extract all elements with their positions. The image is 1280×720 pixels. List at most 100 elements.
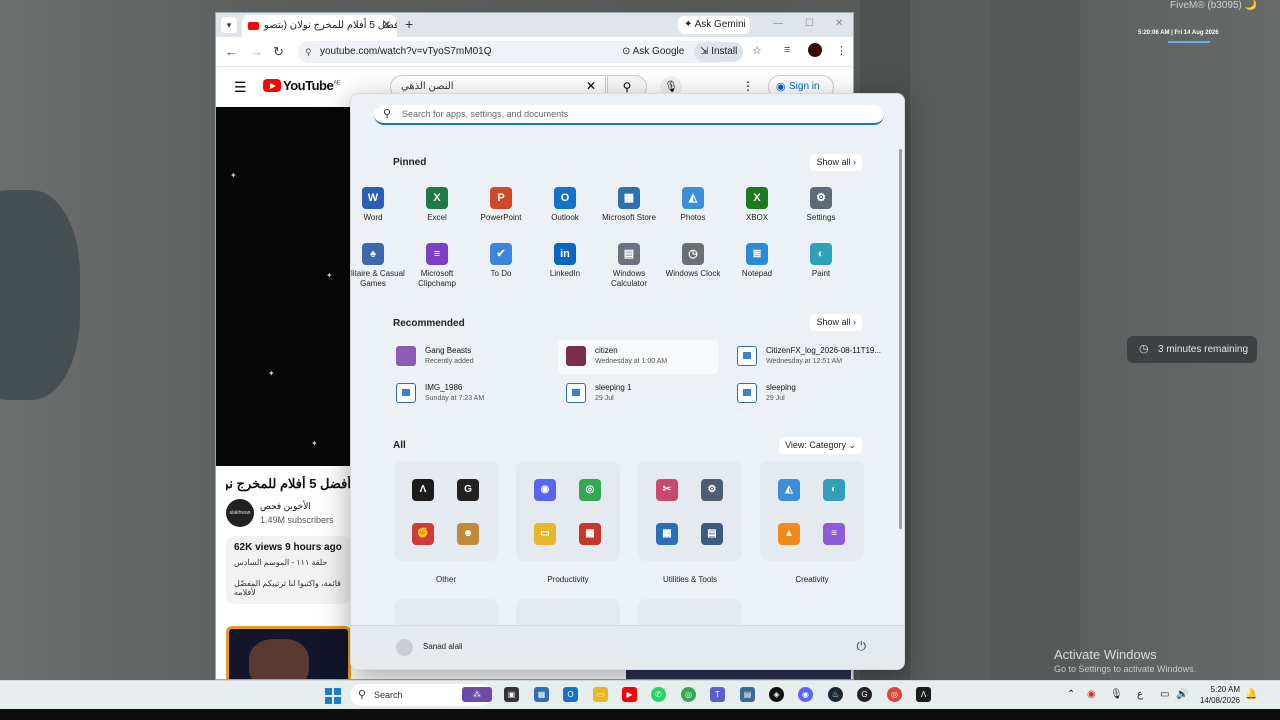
power-icon[interactable]: ⏻: [857, 639, 867, 654]
start-search-input[interactable]: ⚲ Search for apps, settings, and documen…: [374, 105, 884, 125]
g-hub-icon[interactable]: G: [857, 687, 872, 702]
pinned-app-paint[interactable]: ◐ Paint: [789, 243, 853, 279]
snipping-tool-icon[interactable]: ✂: [656, 479, 678, 501]
windows-start-icon[interactable]: [325, 688, 341, 704]
install-button[interactable]: ⇲ Install: [694, 42, 744, 62]
pinned-app-store[interactable]: ▦ Microsoft Store: [597, 187, 661, 223]
view-category-button[interactable]: View: Category ⌄: [779, 437, 862, 454]
notification-icon[interactable]: 🔔: [1245, 689, 1257, 700]
tools-folder-icon[interactable]: ▤: [701, 523, 723, 545]
tray-app-icon[interactable]: ◉: [1087, 689, 1096, 700]
g-hub-icon[interactable]: G: [457, 479, 479, 501]
pinned-app-notepad[interactable]: ≣ Notepad: [725, 243, 789, 279]
category-utilities-tools[interactable]: ✂ ⚙ ▦ ▤: [638, 461, 742, 561]
vlc-icon[interactable]: ▲: [778, 523, 800, 545]
user-name[interactable]: Sanad alali: [423, 642, 463, 651]
office-apps-icon[interactable]: ▦: [579, 523, 601, 545]
youtube-logo[interactable]: YouTubeAE: [263, 78, 341, 93]
pinned-app-photos[interactable]: ◭ Photos: [661, 187, 725, 223]
pinned-app-outlook[interactable]: O Outlook: [533, 187, 597, 223]
pinned-app-clock[interactable]: ◷ Windows Clock: [661, 243, 725, 279]
pinned-app-settings[interactable]: ⚙ Settings: [789, 187, 853, 223]
pinned-app-xbox[interactable]: X XBOX: [725, 187, 789, 223]
chrome-icon[interactable]: ◎: [579, 479, 601, 501]
close-tab-icon[interactable]: ✕: [382, 18, 391, 31]
paint-icon[interactable]: ◐: [823, 479, 845, 501]
browser-menu-icon[interactable]: ⋮: [836, 44, 847, 57]
whatsapp-icon[interactable]: ✆: [651, 687, 666, 702]
recommended-item[interactable]: citizen Wednesday at 1:00 AM: [558, 340, 718, 374]
volume-icon[interactable]: 🔊: [1176, 689, 1188, 700]
recommended-item[interactable]: CitizenFX_log_2026-08-11T19... Wednesday …: [729, 340, 889, 374]
tab-youtube[interactable]: أفضل 5 أفلام للمخرج نولان (بتصو: [242, 15, 397, 37]
start-scrollbar[interactable]: [899, 149, 902, 529]
pinned-app-todo[interactable]: ✔ To Do: [469, 243, 533, 279]
artix-icon[interactable]: Λ: [412, 479, 434, 501]
recommended-item[interactable]: sleeping 29 Jul: [729, 377, 889, 411]
chrome-icon[interactable]: ◎: [681, 687, 696, 702]
category-creativity[interactable]: ◭ ◐ ▲ ≡: [760, 461, 864, 561]
menu-icon[interactable]: ☰: [234, 79, 247, 96]
discord-icon[interactable]: ◉: [798, 687, 813, 702]
related-video-thumbnail[interactable]: [226, 626, 351, 679]
file-explorer-icon[interactable]: ▭: [534, 523, 556, 545]
outlook-icon[interactable]: O: [563, 687, 578, 702]
tab-search-button[interactable]: ▾: [221, 17, 237, 33]
store-icon[interactable]: ▦: [656, 523, 678, 545]
teams-icon[interactable]: T: [710, 687, 725, 702]
pinned-app-excel[interactable]: X Excel: [405, 187, 469, 223]
pinned-app-powerpoint[interactable]: P PowerPoint: [469, 187, 533, 223]
close-window-button[interactable]: ✕: [835, 18, 843, 29]
channel-avatar[interactable]: alakhwan: [226, 499, 254, 527]
youtube-icon[interactable]: ▶: [622, 687, 637, 702]
minimize-button[interactable]: —: [773, 18, 783, 29]
pinned-app-calculator[interactable]: ▤ Windows Calculator: [597, 243, 661, 289]
remote-desktop-icon[interactable]: ▤: [740, 687, 755, 702]
ask-gemini-button[interactable]: ✦ Ask Gemini: [678, 16, 750, 34]
more-icon[interactable]: ⋮: [742, 79, 754, 93]
artix-icon[interactable]: Λ: [916, 687, 931, 702]
steam-icon[interactable]: ♨: [828, 687, 843, 702]
widgets-icon[interactable]: ⁂: [462, 687, 492, 702]
riot-icon[interactable]: ✊: [412, 523, 434, 545]
bookmark-star-icon[interactable]: ☆: [752, 44, 762, 57]
user-avatar[interactable]: [396, 639, 413, 656]
network-icon[interactable]: ▭: [1160, 689, 1169, 700]
recommended-show-all-button[interactable]: Show all ›: [810, 314, 862, 331]
microphone-icon[interactable]: 🎙: [1110, 689, 1123, 700]
media-icon[interactable]: ≡: [784, 44, 790, 56]
profile-avatar[interactable]: [808, 43, 822, 57]
recommended-item[interactable]: IMG_1986 Sunday at 7:23 AM: [388, 377, 548, 411]
clipchamp-icon[interactable]: ≡: [823, 523, 845, 545]
category-other[interactable]: Λ G ✊ ☻: [394, 461, 498, 561]
chrome-profile-icon[interactable]: ◎: [887, 687, 902, 702]
chevron-up-icon[interactable]: ⌃: [1067, 689, 1075, 700]
gang-beasts-icon[interactable]: ☻: [457, 523, 479, 545]
recommended-item[interactable]: Gang Beasts Recently added: [388, 340, 548, 374]
pinned-show-all-button[interactable]: Show all ›: [810, 154, 862, 171]
pinned-app-linkedin[interactable]: in LinkedIn: [533, 243, 597, 279]
forward-icon[interactable]: →: [250, 44, 263, 59]
task-view-icon[interactable]: ▣: [504, 687, 519, 702]
back-icon[interactable]: ←: [225, 44, 238, 59]
maximize-button[interactable]: ☐: [805, 18, 814, 29]
discord-icon[interactable]: ◉: [534, 479, 556, 501]
channel-name[interactable]: الأخوين فحص: [260, 501, 311, 512]
pinned-app-clipchamp[interactable]: ≡ Microsoft Clipchamp: [405, 243, 469, 289]
file-explorer-icon[interactable]: ▭: [593, 687, 608, 702]
site-info-icon[interactable]: ⚲: [305, 41, 312, 63]
language-indicator[interactable]: ع: [1137, 689, 1143, 700]
recommended-item[interactable]: sleeping 1 29 Jul: [558, 377, 718, 411]
pinned-app-solitaire[interactable]: ♠ Solitaire & Casual Games: [351, 243, 405, 289]
ask-google-button[interactable]: ⊙ Ask Google: [616, 42, 690, 62]
category-productivity[interactable]: ◉ ◎ ▭ ▦: [516, 461, 620, 561]
photos-icon[interactable]: ◭: [778, 479, 800, 501]
store-icon[interactable]: ▦: [534, 687, 549, 702]
video-description[interactable]: 62K views 9 hours ago حلقة ١١١ - الموسم …: [226, 536, 351, 604]
new-tab-button[interactable]: +: [405, 16, 413, 32]
fivem-icon[interactable]: ◈: [769, 687, 784, 702]
taskbar-clock[interactable]: 5:20 AM 14/08/2026: [1198, 684, 1240, 706]
clear-search-icon[interactable]: ✕: [586, 79, 596, 93]
settings-icon[interactable]: ⚙: [701, 479, 723, 501]
reload-icon[interactable]: ↻: [273, 44, 284, 60]
